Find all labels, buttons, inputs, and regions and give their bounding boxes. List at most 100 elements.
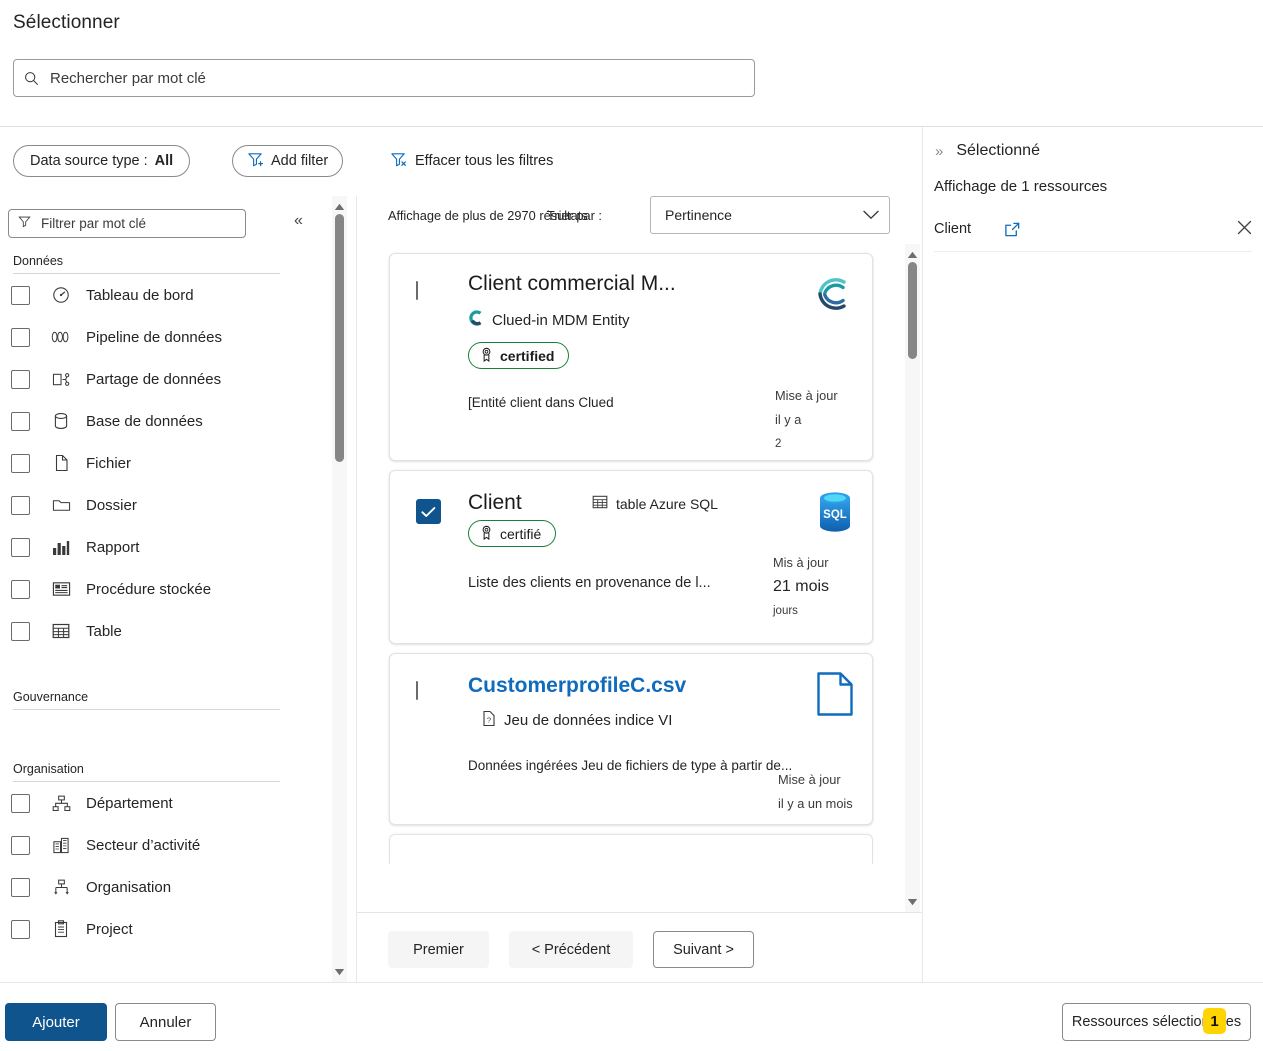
results-scrollbar-thumb[interactable]	[908, 262, 917, 359]
facet-checkbox[interactable]	[11, 411, 30, 431]
facet-checkbox[interactable]	[11, 579, 30, 599]
unknown-file-icon: ?	[482, 710, 496, 731]
facet-item-pipeline-de-donnees[interactable]: Pipeline de données	[0, 316, 332, 358]
add-button[interactable]: Ajouter	[5, 1003, 107, 1041]
collapse-facet-panel-button[interactable]: «	[288, 212, 309, 230]
search-input[interactable]	[48, 68, 744, 88]
result-description: Données ingérées Jeu de fichiers de type…	[468, 758, 793, 773]
add-filter-button[interactable]: Add filter	[232, 145, 344, 177]
result-card[interactable]: Client table Azure SQL certifié Liste de	[389, 470, 873, 644]
cancel-button[interactable]: Annuler	[115, 1003, 216, 1041]
facet-panel: « Données Tableau de bord	[0, 196, 356, 982]
facet-item-rapport[interactable]: Rapport	[0, 526, 332, 568]
cluedin-logo	[810, 272, 854, 321]
facet-checkbox[interactable]	[11, 453, 30, 473]
facet-item-label: Procédure stockée	[86, 580, 212, 598]
facet-checkbox[interactable]	[11, 327, 30, 347]
facet-group-gouvernance: Gouvernance	[0, 690, 332, 710]
facet-checkbox[interactable]	[11, 285, 30, 305]
facet-item-table[interactable]: Table	[0, 610, 332, 652]
certified-badge: certifié	[468, 520, 557, 547]
pipeline-icon	[50, 329, 72, 345]
facet-item-label: Base de données	[86, 412, 203, 430]
facet-checkbox[interactable]	[11, 793, 30, 813]
first-page-button[interactable]: Premier	[388, 931, 489, 968]
facet-item-label: Tableau de bord	[86, 286, 194, 304]
facet-checkbox[interactable]	[11, 369, 30, 389]
facet-group-title: Gouvernance	[13, 690, 89, 704]
facet-checkbox[interactable]	[11, 877, 30, 897]
folder-icon	[50, 497, 72, 513]
facet-item-label: Table	[86, 622, 122, 640]
facet-scrollbar[interactable]	[332, 196, 347, 982]
facet-checkbox[interactable]	[11, 835, 30, 855]
result-updated: Mise à jour il y a 2	[775, 384, 838, 456]
facet-item-label: Partage de données	[86, 370, 222, 388]
result-card[interactable]: CustomerprofileC.csv ? Jeu de données in…	[389, 653, 873, 825]
results-scrollbar[interactable]	[905, 244, 920, 912]
selected-item-divider	[934, 251, 1252, 252]
pagination: Premier < Précédent Suivant >	[357, 913, 923, 982]
sort-by-dropdown[interactable]: Pertinence	[650, 196, 890, 234]
facet-item-label: Fichier	[86, 454, 132, 472]
facet-group-donnees: Données Tableau de bord Pipeline de donn…	[0, 254, 332, 652]
facet-scrollbar-thumb[interactable]	[335, 214, 344, 462]
certified-icon	[480, 525, 493, 543]
facet-checkbox[interactable]	[11, 495, 30, 515]
result-checkbox[interactable]	[416, 499, 441, 524]
clear-all-filters-button[interactable]: Effacer tous les filtres	[390, 145, 553, 177]
result-checkbox[interactable]	[416, 681, 418, 700]
facet-item-tableau-de-bord[interactable]: Tableau de bord	[0, 274, 332, 316]
facet-checkbox[interactable]	[11, 919, 30, 939]
filter-icon	[18, 215, 31, 233]
data-source-type-value: All	[154, 153, 174, 169]
result-title[interactable]: CustomerprofileC.csv	[468, 674, 686, 698]
facet-item-dossier[interactable]: Dossier	[0, 484, 332, 526]
scroll-up-arrow-icon[interactable]	[905, 247, 920, 262]
cluedin-icon	[468, 310, 484, 330]
gauge-icon	[50, 286, 72, 304]
facet-checkbox[interactable]	[11, 537, 30, 557]
remove-selected-item-button[interactable]	[1237, 220, 1252, 239]
facet-item-departement[interactable]: Département	[0, 782, 332, 824]
data-source-type-filter-pill[interactable]: Data source type : All	[13, 145, 191, 177]
result-type-label: Jeu de données indice VI	[504, 712, 673, 729]
facet-item-project[interactable]: Project	[0, 908, 332, 950]
facet-checkbox[interactable]	[11, 621, 30, 641]
open-in-new-icon[interactable]	[1004, 221, 1021, 238]
previous-page-button[interactable]: < Précédent	[509, 931, 633, 968]
result-description: [Entité client dans Clued	[468, 395, 614, 410]
facet-item-fichier[interactable]: Fichier	[0, 442, 332, 484]
result-checkbox[interactable]	[416, 281, 418, 300]
result-updated-label: Mis à jour	[773, 555, 829, 570]
facet-item-procedure-stockee[interactable]: Procédure stockée	[0, 568, 332, 610]
result-card[interactable]: Client commercial M... Clued-in MDM Enti…	[389, 253, 873, 461]
table-icon	[592, 495, 608, 512]
scroll-up-arrow-icon[interactable]	[332, 199, 347, 214]
selected-item-name: Client	[934, 221, 972, 237]
checkmark-icon	[416, 499, 441, 524]
scroll-down-arrow-icon[interactable]	[332, 964, 347, 979]
facet-item-label: Secteur d’activité	[86, 836, 201, 854]
facet-search-box[interactable]	[8, 209, 246, 238]
search-box[interactable]	[13, 59, 755, 97]
chevron-double-right-icon[interactable]: »	[935, 143, 943, 160]
scroll-down-arrow-icon[interactable]	[905, 894, 920, 909]
facet-item-partage-de-donnees[interactable]: Partage de données	[0, 358, 332, 400]
facet-search-input[interactable]	[39, 215, 236, 232]
certified-badge-label: certified	[500, 347, 555, 364]
facet-item-secteur-activite[interactable]: Secteur d’activité	[0, 824, 332, 866]
next-page-button[interactable]: Suivant >	[653, 931, 754, 968]
facet-item-label: Département	[86, 794, 173, 812]
facet-item-base-de-donnees[interactable]: Base de données	[0, 400, 332, 442]
result-updated-label: Mise à jour	[778, 772, 841, 787]
building-icon	[50, 837, 72, 854]
result-type: table Azure SQL	[592, 495, 718, 512]
facet-item-label: Dossier	[86, 496, 137, 514]
result-title: Client	[468, 491, 522, 514]
selected-panel-header: » Sélectionné	[935, 142, 1040, 160]
facet-item-organisation[interactable]: Organisation	[0, 866, 332, 908]
result-card-partial[interactable]	[389, 834, 873, 864]
page-title: Sélectionner	[13, 12, 120, 33]
result-updated-label: Mise à jour	[775, 388, 838, 403]
